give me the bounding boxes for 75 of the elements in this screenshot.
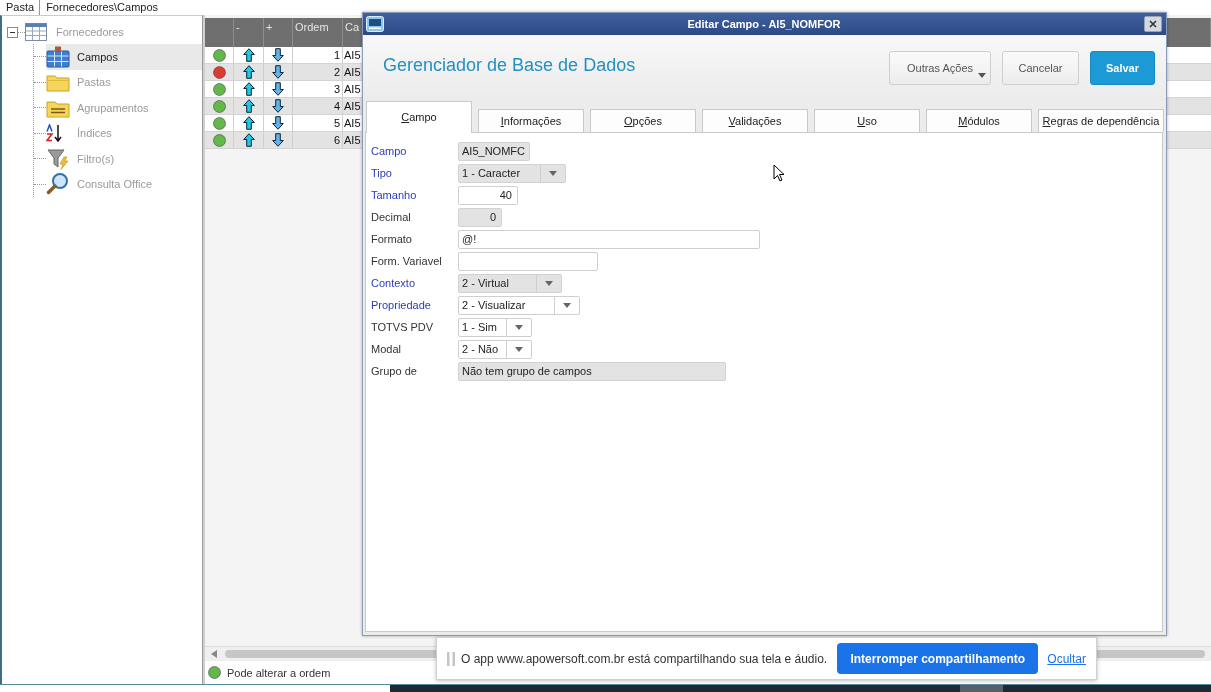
stop-sharing-button[interactable]: Interromper compartilhamento bbox=[837, 643, 1039, 674]
tree-item[interactable]: Campos bbox=[46, 44, 202, 70]
column-header: Ordem bbox=[295, 21, 329, 33]
arrow-up-icon[interactable] bbox=[242, 99, 255, 113]
dropdown[interactable]: 1 - Sim bbox=[458, 317, 532, 337]
cursor-icon bbox=[773, 164, 785, 182]
tab[interactable]: Uso bbox=[814, 109, 920, 132]
drag-handle-icon[interactable] bbox=[447, 651, 455, 666]
hide-link[interactable]: Ocultar bbox=[1047, 651, 1086, 666]
notification-text: O app www.apowersoft.com.br está compartilhando sua tela e áudio. bbox=[461, 651, 828, 666]
tab[interactable]: Campo bbox=[366, 101, 472, 133]
field-label: Form. Variavel bbox=[371, 255, 443, 267]
table-cell: AI5 bbox=[344, 117, 361, 129]
tab[interactable]: Regras de dependência bbox=[1038, 109, 1164, 132]
table-cell: AI5 bbox=[344, 134, 361, 146]
arrow-up-icon[interactable] bbox=[242, 48, 255, 62]
action-button[interactable]: Cancelar bbox=[1002, 51, 1079, 85]
arrow-up-icon[interactable] bbox=[242, 82, 255, 96]
tab[interactable]: Módulos bbox=[926, 109, 1032, 132]
dialog-heading: Gerenciador de Base de Dados bbox=[383, 55, 636, 76]
folder-icon bbox=[46, 72, 70, 93]
arrow-down-icon[interactable] bbox=[272, 133, 284, 147]
tab[interactable]: Validações bbox=[702, 109, 808, 132]
minus-box-icon[interactable] bbox=[7, 26, 18, 38]
legend-label: Pode alterar a ordem bbox=[227, 666, 331, 679]
close-button[interactable] bbox=[1144, 16, 1162, 32]
field-label: Propriedade bbox=[371, 299, 432, 311]
search-icon bbox=[46, 172, 70, 197]
window-icon bbox=[366, 16, 384, 32]
arrow-down-icon[interactable] bbox=[272, 116, 284, 130]
arrow-up-icon[interactable] bbox=[242, 133, 255, 147]
table-cell: 2 bbox=[293, 64, 343, 80]
table-cell: AI5 bbox=[344, 100, 361, 112]
table-icon bbox=[25, 23, 47, 41]
column-header: + bbox=[266, 21, 273, 33]
field-label: Grupo de bbox=[371, 365, 418, 377]
window-title: Editar Campo - AI5_NOMFOR bbox=[686, 18, 842, 30]
table-cell: AI5 bbox=[344, 83, 361, 95]
field-label: Campo bbox=[371, 145, 408, 157]
arrow-down-icon[interactable] bbox=[272, 99, 284, 113]
table-cell: 1 bbox=[293, 47, 343, 63]
field-label: Tamanho bbox=[371, 189, 418, 201]
table-cell: AI5 bbox=[344, 49, 361, 61]
arrow-down-icon[interactable] bbox=[272, 48, 284, 62]
arrow-up-icon[interactable] bbox=[242, 65, 255, 79]
table-cell: 4 bbox=[293, 98, 343, 114]
field-label: Modal bbox=[371, 343, 402, 355]
dropdown[interactable]: 2 - Visualizar bbox=[458, 295, 580, 315]
column-header: - bbox=[236, 21, 240, 33]
breadcrumb-path: Fornecedores\Campos bbox=[45, 0, 159, 15]
field-label: Contexto bbox=[371, 277, 417, 289]
text-field[interactable] bbox=[458, 251, 598, 271]
arrow-up-icon[interactable] bbox=[242, 116, 255, 130]
table-icon bbox=[46, 45, 70, 68]
tab[interactable]: Opções bbox=[590, 109, 696, 132]
column-header: Ca bbox=[345, 21, 360, 33]
field-label: Decimal bbox=[371, 211, 412, 223]
dropdown[interactable]: 2 - Não bbox=[458, 339, 532, 359]
text-field[interactable]: @! bbox=[458, 229, 760, 249]
table-cell: 5 bbox=[293, 115, 343, 131]
caret-left-icon[interactable] bbox=[211, 650, 217, 658]
table-cell: 3 bbox=[293, 81, 343, 97]
tab[interactable]: Informações bbox=[478, 109, 584, 132]
caret-icon bbox=[978, 73, 986, 78]
table-cell: AI5 bbox=[344, 66, 361, 78]
close-icon bbox=[1149, 20, 1157, 28]
filter-icon bbox=[46, 147, 70, 170]
field-label: Formato bbox=[371, 233, 413, 245]
menu-button[interactable]: Outras Ações bbox=[889, 51, 991, 85]
field-label: TOTVS PDV bbox=[371, 321, 435, 333]
arrow-down-icon[interactable] bbox=[272, 82, 284, 96]
number-field[interactable]: 40 bbox=[458, 185, 518, 205]
field-label: Tipo bbox=[371, 167, 393, 179]
arrow-down-icon[interactable] bbox=[272, 65, 284, 79]
table-cell: 6 bbox=[293, 132, 343, 148]
